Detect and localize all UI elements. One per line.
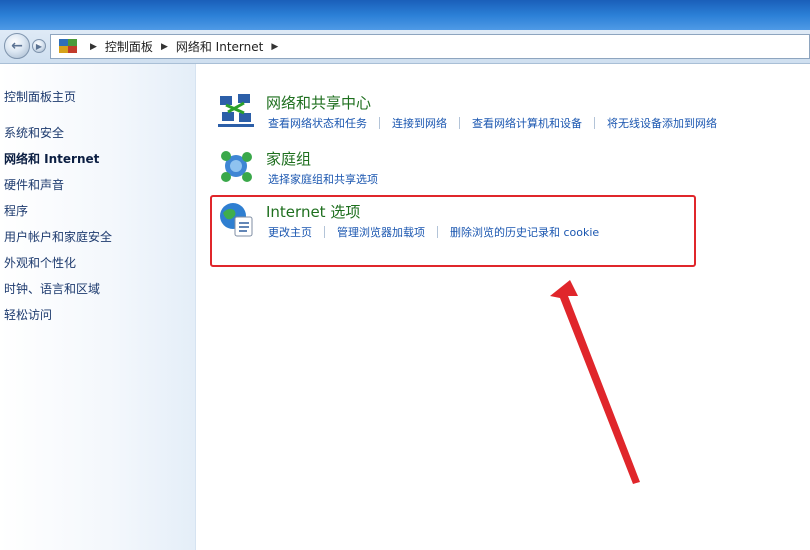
sidebar-item-hardware-sound[interactable]: 硬件和声音: [4, 176, 64, 193]
breadcrumb-control-panel[interactable]: 控制面板: [105, 38, 153, 55]
back-button[interactable]: ←: [4, 33, 30, 59]
breadcrumb-network-internet[interactable]: 网络和 Internet: [176, 38, 263, 55]
breadcrumb-chevron-icon[interactable]: ▶: [161, 42, 168, 52]
sidebar-item-control-panel-home[interactable]: 控制面板主页: [4, 88, 76, 105]
sidebar-item-network-internet[interactable]: 网络和 Internet: [4, 150, 99, 167]
breadcrumb-chevron-icon[interactable]: ▶: [90, 42, 97, 52]
annotation-arrow-icon: [550, 280, 640, 484]
sidebar-item-appearance[interactable]: 外观和个性化: [4, 254, 76, 271]
breadcrumb-chevron-icon[interactable]: ▶: [271, 42, 278, 52]
back-arrow-icon: ←: [11, 38, 23, 54]
navigation-bar: ← ▶ ▶ 控制面板 ▶ 网络和 Internet ▶: [0, 30, 810, 64]
sidebar-item-programs[interactable]: 程序: [4, 202, 28, 219]
sidebar: 控制面板主页 系统和安全 网络和 Internet 硬件和声音 程序 用户帐户和…: [0, 64, 196, 550]
sidebar-item-system-security[interactable]: 系统和安全: [4, 124, 64, 141]
address-bar[interactable]: ▶ 控制面板 ▶ 网络和 Internet ▶: [50, 34, 810, 59]
forward-arrow-icon: ▶: [35, 41, 43, 51]
main-content: 网络和共享中心 查看网络状态和任务 连接到网络 查看网络计算机和设备 将无线设备…: [196, 64, 810, 550]
control-panel-icon: [59, 38, 77, 55]
sidebar-item-user-accounts[interactable]: 用户帐户和家庭安全: [4, 228, 112, 245]
forward-button[interactable]: ▶: [32, 39, 46, 53]
sidebar-item-ease-of-access[interactable]: 轻松访问: [4, 306, 52, 323]
window-title-strip: [0, 0, 810, 30]
sidebar-item-clock-language[interactable]: 时钟、语言和区域: [4, 280, 100, 297]
